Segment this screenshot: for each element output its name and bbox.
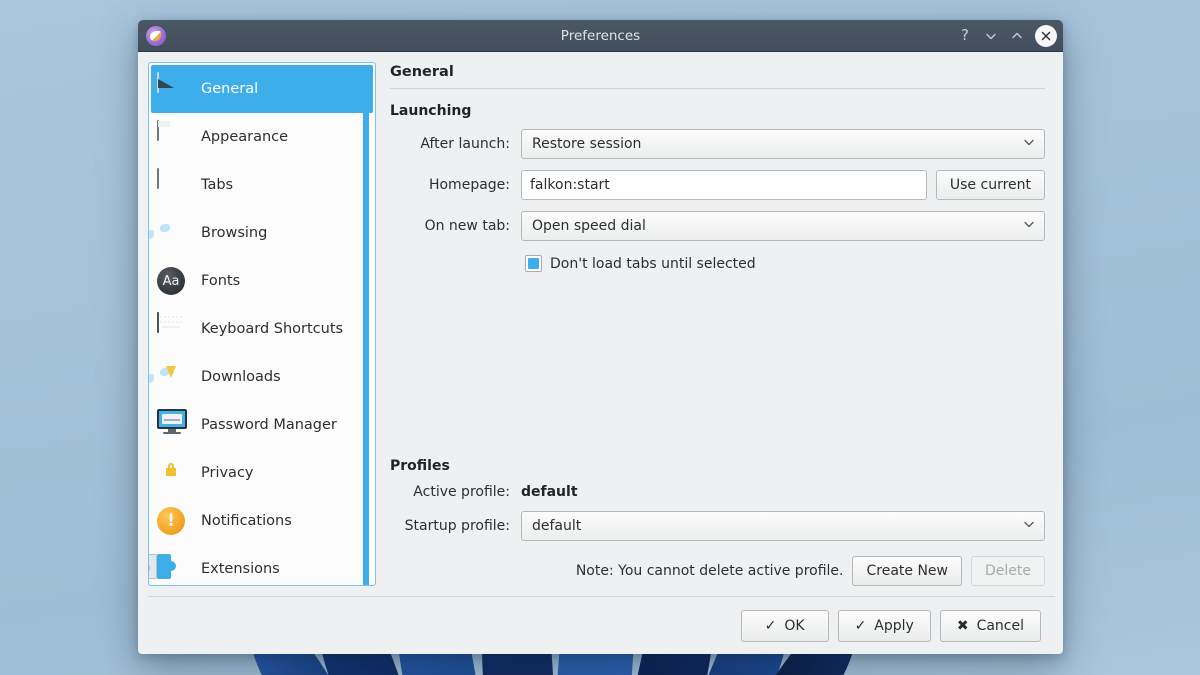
- sidebar-scrollbar-thumb[interactable]: [363, 71, 369, 585]
- active-profile-row: Active profile: default: [386, 484, 1045, 500]
- sidebar-item-privacy[interactable]: Privacy: [151, 449, 373, 497]
- tabs-window-icon: [157, 168, 189, 201]
- sidebar-item-label: Fonts: [201, 273, 241, 289]
- after-launch-label: After launch:: [420, 136, 510, 152]
- chevron-down-icon: [1022, 517, 1036, 535]
- sidebar-item-label: Browsing: [201, 225, 268, 241]
- sidebar-item-label: Tabs: [201, 177, 234, 193]
- check-icon: ✓: [764, 617, 777, 634]
- active-profile-value: default: [521, 484, 578, 500]
- on-new-tab-select[interactable]: Open speed dial: [521, 211, 1045, 241]
- sidebar-item-browsing[interactable]: Browsing: [149, 209, 373, 257]
- cancel-button-label: Cancel: [976, 617, 1024, 634]
- window-body: General Appearance Tabs Browsing Aa Font…: [138, 52, 1063, 586]
- preferences-window: Preferences ? General Appearance Tabs Br…: [138, 20, 1063, 654]
- sidebar-items: General Appearance Tabs Browsing Aa Font…: [149, 63, 375, 585]
- keyboard-icon: [157, 312, 189, 345]
- appearance-window-icon: [157, 120, 189, 153]
- sidebar-item-extensions[interactable]: Extensions: [149, 545, 373, 585]
- window-controls: ?: [953, 24, 1057, 48]
- ok-button-label: OK: [784, 617, 805, 634]
- maximize-icon[interactable]: [1005, 24, 1029, 48]
- dont-load-tabs-row[interactable]: Don't load tabs until selected: [525, 255, 1045, 272]
- sidebar-item-label: Notifications: [201, 513, 292, 529]
- homepage-row: Homepage: falkon:start Use current: [386, 170, 1045, 200]
- title-divider: [390, 88, 1045, 89]
- downloads-globe-bolt-icon: [149, 361, 189, 393]
- chevron-down-icon: [1022, 135, 1036, 153]
- browsing-globe-icon: [149, 217, 189, 249]
- use-current-button[interactable]: Use current: [935, 170, 1045, 200]
- privacy-lock-icon: [157, 457, 189, 489]
- sidebar-item-keyboard-shortcuts[interactable]: Keyboard Shortcuts: [151, 305, 373, 353]
- startup-profile-label: Startup profile:: [404, 518, 510, 534]
- dialog-button-bar: ✓ OK ✓ Apply ✖ Cancel: [148, 596, 1055, 654]
- sidebar-item-fonts[interactable]: Aa Fonts: [151, 257, 373, 305]
- help-icon[interactable]: ?: [953, 24, 977, 48]
- ok-button[interactable]: ✓ OK: [740, 609, 829, 642]
- dont-load-tabs-label[interactable]: Don't load tabs until selected: [550, 256, 756, 272]
- launching-group-title: Launching: [390, 103, 472, 119]
- after-launch-select[interactable]: Restore session: [521, 129, 1045, 159]
- sidebar-item-label: Appearance: [201, 129, 289, 145]
- create-new-profile-button[interactable]: Create New: [852, 556, 962, 586]
- dont-load-tabs-checkbox[interactable]: [525, 255, 542, 272]
- close-icon[interactable]: [1035, 24, 1057, 47]
- sidebar-item-label: General: [201, 81, 259, 97]
- homepage-label: Homepage:: [428, 177, 510, 193]
- sidebar-scrollbar[interactable]: [362, 71, 370, 585]
- profiles-group-title: Profiles: [390, 458, 450, 474]
- check-icon: ✓: [854, 617, 867, 634]
- window-titlebar[interactable]: Preferences ?: [138, 20, 1063, 52]
- profiles-note: Note: You cannot delete active profile.: [575, 563, 844, 579]
- cancel-button[interactable]: ✖ Cancel: [939, 609, 1041, 642]
- sidebar-item-general[interactable]: General: [151, 65, 373, 113]
- apply-button-label: Apply: [874, 617, 914, 634]
- settings-content-panel: General Launching After launch: Restore …: [386, 62, 1053, 586]
- sidebar-item-tabs[interactable]: Tabs: [151, 161, 373, 209]
- after-launch-row: After launch: Restore session: [386, 129, 1045, 159]
- fonts-aa-icon: Aa: [157, 265, 189, 297]
- startup-profile-row: Startup profile: default: [386, 511, 1045, 541]
- after-launch-value: Restore session: [532, 136, 642, 152]
- delete-profile-button: Delete: [971, 556, 1045, 586]
- password-monitor-icon: [157, 409, 189, 441]
- settings-category-list[interactable]: General Appearance Tabs Browsing Aa Font…: [148, 62, 376, 586]
- on-new-tab-row: On new tab: Open speed dial: [386, 211, 1045, 241]
- sidebar-item-label: Privacy: [201, 465, 254, 481]
- extensions-puzzle-icon: [149, 553, 189, 585]
- sidebar-item-label: Downloads: [201, 369, 281, 385]
- homepage-input[interactable]: falkon:start: [521, 170, 927, 200]
- page-title: General: [390, 64, 454, 80]
- sidebar-item-label: Extensions: [201, 561, 280, 577]
- chevron-down-icon: [1022, 217, 1036, 235]
- on-new-tab-value: Open speed dial: [532, 218, 646, 234]
- cross-icon: ✖: [956, 617, 969, 634]
- sidebar-item-password-manager[interactable]: Password Manager: [151, 401, 373, 449]
- sidebar-item-notifications[interactable]: ! Notifications: [151, 497, 373, 545]
- active-profile-label: Active profile:: [413, 484, 510, 500]
- window-title: Preferences: [560, 27, 641, 44]
- sidebar-item-downloads[interactable]: Downloads: [149, 353, 373, 401]
- sidebar-item-label: Password Manager: [201, 417, 337, 433]
- sidebar-item-label: Keyboard Shortcuts: [201, 321, 344, 337]
- general-picture-icon: [157, 72, 189, 105]
- startup-profile-value: default: [532, 518, 582, 534]
- profiles-note-row: Note: You cannot delete active profile. …: [386, 556, 1045, 586]
- notifications-exclamation-icon: !: [157, 505, 189, 537]
- falkon-browser-icon: [146, 25, 166, 46]
- startup-profile-select[interactable]: default: [521, 511, 1045, 541]
- sidebar-item-appearance[interactable]: Appearance: [151, 113, 373, 161]
- minimize-icon[interactable]: [979, 24, 1003, 48]
- on-new-tab-label: On new tab:: [424, 218, 510, 234]
- apply-button[interactable]: ✓ Apply: [837, 609, 931, 642]
